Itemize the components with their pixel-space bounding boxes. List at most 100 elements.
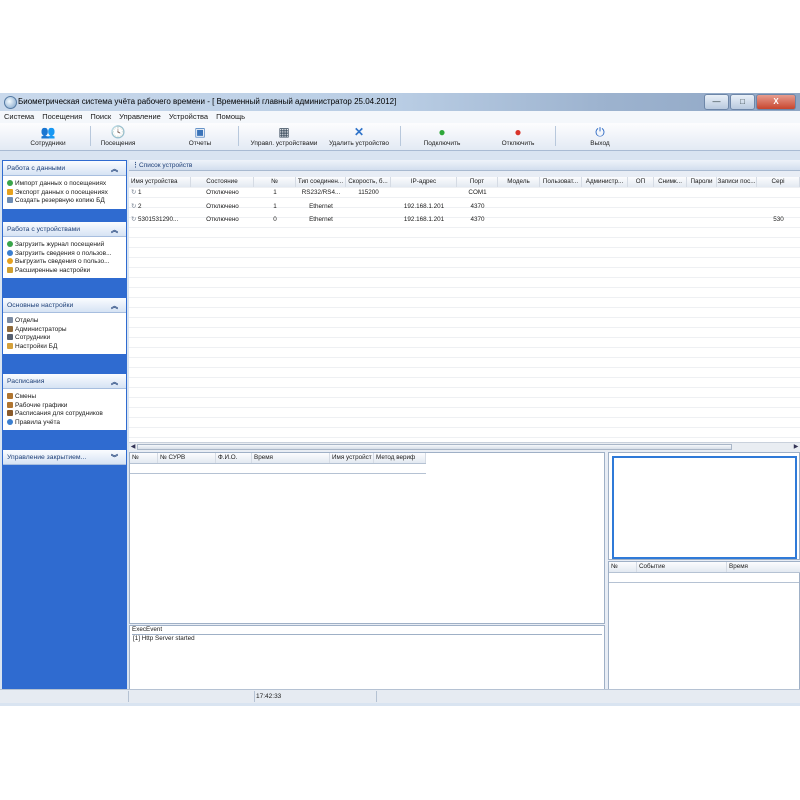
column-header[interactable]: Порт	[457, 177, 498, 187]
table-row[interactable]: ↻ 5301531290... Отключено 0 Ethernet 192.168…	[129, 215, 800, 225]
connect-button[interactable]: ● Подключить	[412, 124, 472, 149]
column-header[interactable]: №	[130, 453, 158, 463]
device-list-header: ⋮ Список устройств	[129, 160, 800, 171]
column-header[interactable]: ОП	[628, 177, 654, 187]
menu-visits[interactable]: Посещения	[38, 111, 86, 123]
table-cell	[687, 202, 717, 212]
menu-manage[interactable]: Управление	[115, 111, 165, 123]
section-settings-header[interactable]: Основные настройки ︽	[3, 298, 126, 313]
column-header[interactable]: Записи пос...	[717, 177, 757, 187]
section-data-header[interactable]: Работа с данными ︽	[3, 161, 126, 176]
column-header[interactable]: IP-адрес	[391, 177, 457, 187]
stop-icon: ●	[514, 125, 522, 139]
column-header[interactable]: Время	[727, 562, 800, 572]
grid-line	[129, 277, 800, 278]
column-header[interactable]: №	[254, 177, 296, 187]
sidebar-item-label: Расписания для сотрудников	[15, 410, 103, 417]
column-header[interactable]: Скорость, б...	[346, 177, 391, 187]
table-row[interactable]: ↻ 2 Отключено 1 Ethernet 192.168.1.201 4370	[129, 202, 800, 212]
sidebar-item-import[interactable]: Импорт данных о посещениях	[3, 180, 126, 189]
column-header[interactable]: Время	[252, 453, 330, 463]
menu-system[interactable]: Система	[0, 111, 38, 123]
sidebar-item-load-log[interactable]: Загрузить журнал посещений	[3, 241, 126, 250]
column-header[interactable]: Имя устройст	[330, 453, 374, 463]
download-user-icon	[7, 249, 13, 256]
scroll-left-icon[interactable]: ◀	[129, 443, 137, 451]
section-schedules-header[interactable]: Расписания ︽	[3, 374, 126, 389]
sidebar-item-employee-schedules[interactable]: Расписания для сотрудников	[3, 410, 126, 419]
column-header[interactable]: Состояние	[191, 177, 254, 187]
section-title: Работа с данными	[7, 165, 66, 172]
menu-search[interactable]: Поиск	[86, 111, 115, 123]
collapse-chevron-icon[interactable]: ︽	[111, 225, 118, 235]
column-header[interactable]: Пароли	[687, 177, 717, 187]
table-cell	[654, 215, 687, 225]
row-line	[609, 582, 799, 583]
column-header[interactable]: Событие	[637, 562, 727, 572]
collapse-chevron-icon[interactable]: ︽	[111, 164, 118, 174]
scrollbar-thumb[interactable]	[137, 444, 732, 450]
employees-label: Сотрудники	[30, 140, 66, 147]
table-cell: Ethernet	[309, 202, 333, 210]
minimize-button[interactable]: —	[704, 94, 729, 110]
grid-line	[129, 437, 800, 438]
column-header[interactable]: Модель	[498, 177, 540, 187]
column-header[interactable]: Метод вериф	[374, 453, 426, 463]
backup-icon	[7, 197, 13, 203]
visits-button[interactable]: 🕓 Посещения	[92, 124, 144, 149]
reports-button[interactable]: ▣ Отчеты	[176, 124, 224, 149]
sidebar-item-advanced[interactable]: Расширенные настройки	[3, 266, 126, 276]
sidebar-item-departments[interactable]: Отделы	[3, 317, 126, 326]
grid-line	[129, 257, 800, 258]
table-cell: Отключено	[206, 189, 239, 196]
sidebar-item-load-users[interactable]: Загрузить сведения о пользов...	[3, 249, 126, 259]
schedule-icon	[7, 410, 13, 416]
table-row[interactable]: ↻ 1 Отключено 1 RS232/RS4... 115200 COM1	[129, 188, 800, 198]
sidebar-item-export[interactable]: Экспорт данных о посещениях	[3, 188, 126, 198]
column-header[interactable]: Тип соединен...	[296, 177, 346, 187]
report-icon: ▣	[194, 125, 206, 139]
column-header[interactable]: Снимк...	[654, 177, 687, 187]
menu-devices[interactable]: Устройства	[165, 111, 212, 123]
grid-line	[129, 347, 800, 348]
column-header[interactable]: Имя устройства	[129, 177, 191, 187]
exit-button[interactable]: ⏻ Выход	[580, 124, 620, 149]
sidebar-item-upload-users[interactable]: Выгрузить сведения о пользо...	[3, 258, 126, 267]
device-name: 5301531290...	[138, 216, 179, 223]
sidebar-item-rules[interactable]: Правила учёта	[3, 418, 126, 428]
sidebar-item-work-schedules[interactable]: Рабочие графики	[3, 401, 126, 411]
sidebar-item-label: Выгрузить сведения о пользо...	[15, 258, 110, 265]
maximize-button[interactable]: □	[730, 94, 755, 110]
column-header[interactable]: Администр...	[582, 177, 628, 187]
sidebar-item-label: Смены	[15, 393, 37, 400]
power-icon: ⏻	[595, 125, 605, 139]
sidebar-item-employees[interactable]: Сотрудники	[3, 334, 126, 343]
sidebar-item-shifts[interactable]: Смены	[3, 393, 126, 402]
menu-help[interactable]: Помощь	[212, 111, 249, 123]
column-header[interactable]: Ф.И.О.	[216, 453, 252, 463]
sidebar-item-db-settings[interactable]: Настройки БД	[3, 342, 126, 352]
close-button[interactable]: X	[756, 94, 796, 110]
column-header[interactable]: Сері	[757, 177, 800, 187]
collapse-chevron-icon[interactable]: ︽	[111, 377, 118, 387]
employees-button[interactable]: 👥 Сотрудники	[22, 124, 74, 149]
delete-device-button[interactable]: ✕ Удалить устройство	[322, 124, 396, 149]
expand-chevron-icon[interactable]: ︾	[111, 453, 118, 463]
collapse-chevron-icon[interactable]: ︽	[111, 301, 118, 311]
grid-line	[129, 357, 800, 358]
column-header[interactable]: № СУРВ	[158, 453, 216, 463]
grid-line	[129, 417, 800, 418]
section-title: Работа с устройствами	[7, 226, 81, 233]
section-closing-header[interactable]: Управление закрытием... ︾	[3, 450, 126, 465]
sidebar-item-label: Правила учёта	[15, 418, 60, 426]
column-header[interactable]: Пользоват...	[540, 177, 582, 187]
sidebar-item-backup[interactable]: Создать резервную копию БД	[3, 197, 126, 206]
grid-line	[129, 307, 800, 308]
scroll-right-icon[interactable]: ▶	[792, 443, 800, 451]
disconnect-button[interactable]: ● Отключить	[490, 124, 546, 149]
column-header[interactable]: №	[609, 562, 637, 572]
section-devices-header[interactable]: Работа с устройствами ︽	[3, 222, 126, 237]
horizontal-scrollbar[interactable]: ◀ ▶	[129, 442, 800, 451]
manage-devices-button[interactable]: ▦ Управл. устройствами	[244, 124, 324, 149]
sidebar-item-admins[interactable]: Администраторы	[3, 325, 126, 335]
